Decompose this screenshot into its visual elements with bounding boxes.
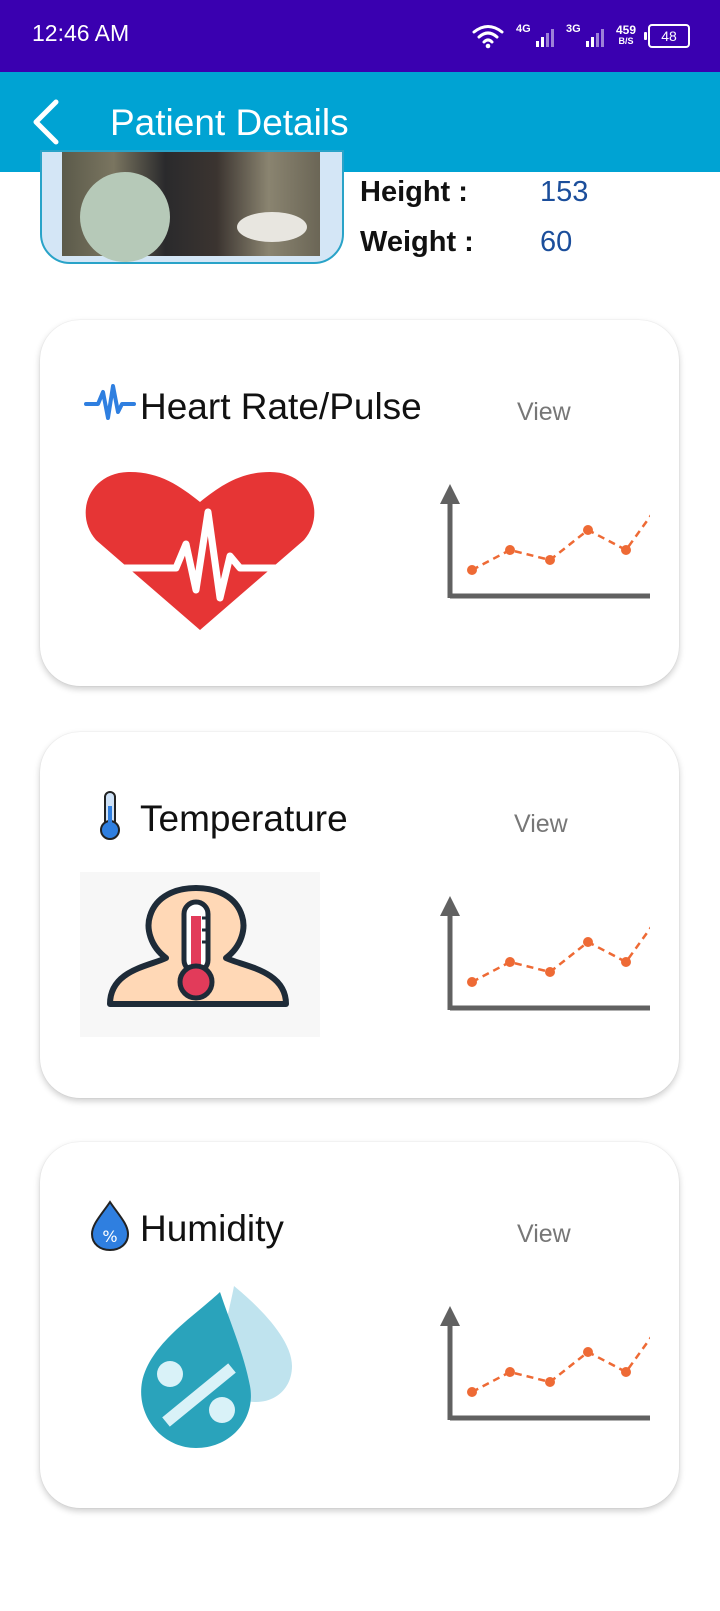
page-title: Patient Details [110,102,349,143]
battery-icon: 48 [644,24,690,48]
person-thermometer-icon [80,872,320,1037]
view-link[interactable]: View [517,398,571,427]
chevron-left-icon [33,99,59,145]
weight-value: 60 [540,226,573,258]
network-speed: 459 B/S [615,23,636,47]
heart-ecg-icon [85,472,315,630]
view-link[interactable]: View [514,810,568,839]
status-time: 12:46 AM [32,20,130,46]
back-button[interactable] [24,96,76,148]
signal-4g-icon: 4G [516,21,554,51]
temperature-card[interactable]: Temperature View [40,732,679,1098]
height-label: Height : [360,176,468,208]
heart-rate-card[interactable]: Heart Rate/Pulse View [40,320,679,686]
trend-chart-icon [440,896,650,1011]
humidity-card[interactable]: % Humidity View [40,1142,679,1508]
status-icons: 4G 3G 459 B/S 48 [472,16,690,56]
weight-label: Weight : [360,226,474,258]
thermometer-icon [100,791,120,840]
card-title: Heart Rate/Pulse [140,386,422,427]
humidity-drop-icon: % [90,1200,130,1252]
signal-3g-label: 3G [565,23,581,35]
network-speed-unit: B/S [618,36,634,46]
trend-chart-icon [440,484,650,599]
patient-photo [62,152,320,262]
height-value: 153 [540,176,589,208]
signal-3g-icon: 3G [566,21,604,51]
card-title: Temperature [140,798,348,839]
network-speed-value: 459 [615,23,636,37]
patient-photo-frame [40,150,344,264]
signal-4g-label: 4G [515,23,531,35]
humidity-drops-icon [141,1286,292,1448]
svg-text:%: % [102,1227,117,1246]
card-title: Humidity [140,1208,284,1249]
pulse-icon [84,384,136,420]
view-link[interactable]: View [517,1220,571,1249]
status-bar: 12:46 AM 4G 3G 459 B/S 48 [0,0,720,72]
wifi-icon [472,25,504,49]
trend-chart-icon [440,1306,650,1421]
